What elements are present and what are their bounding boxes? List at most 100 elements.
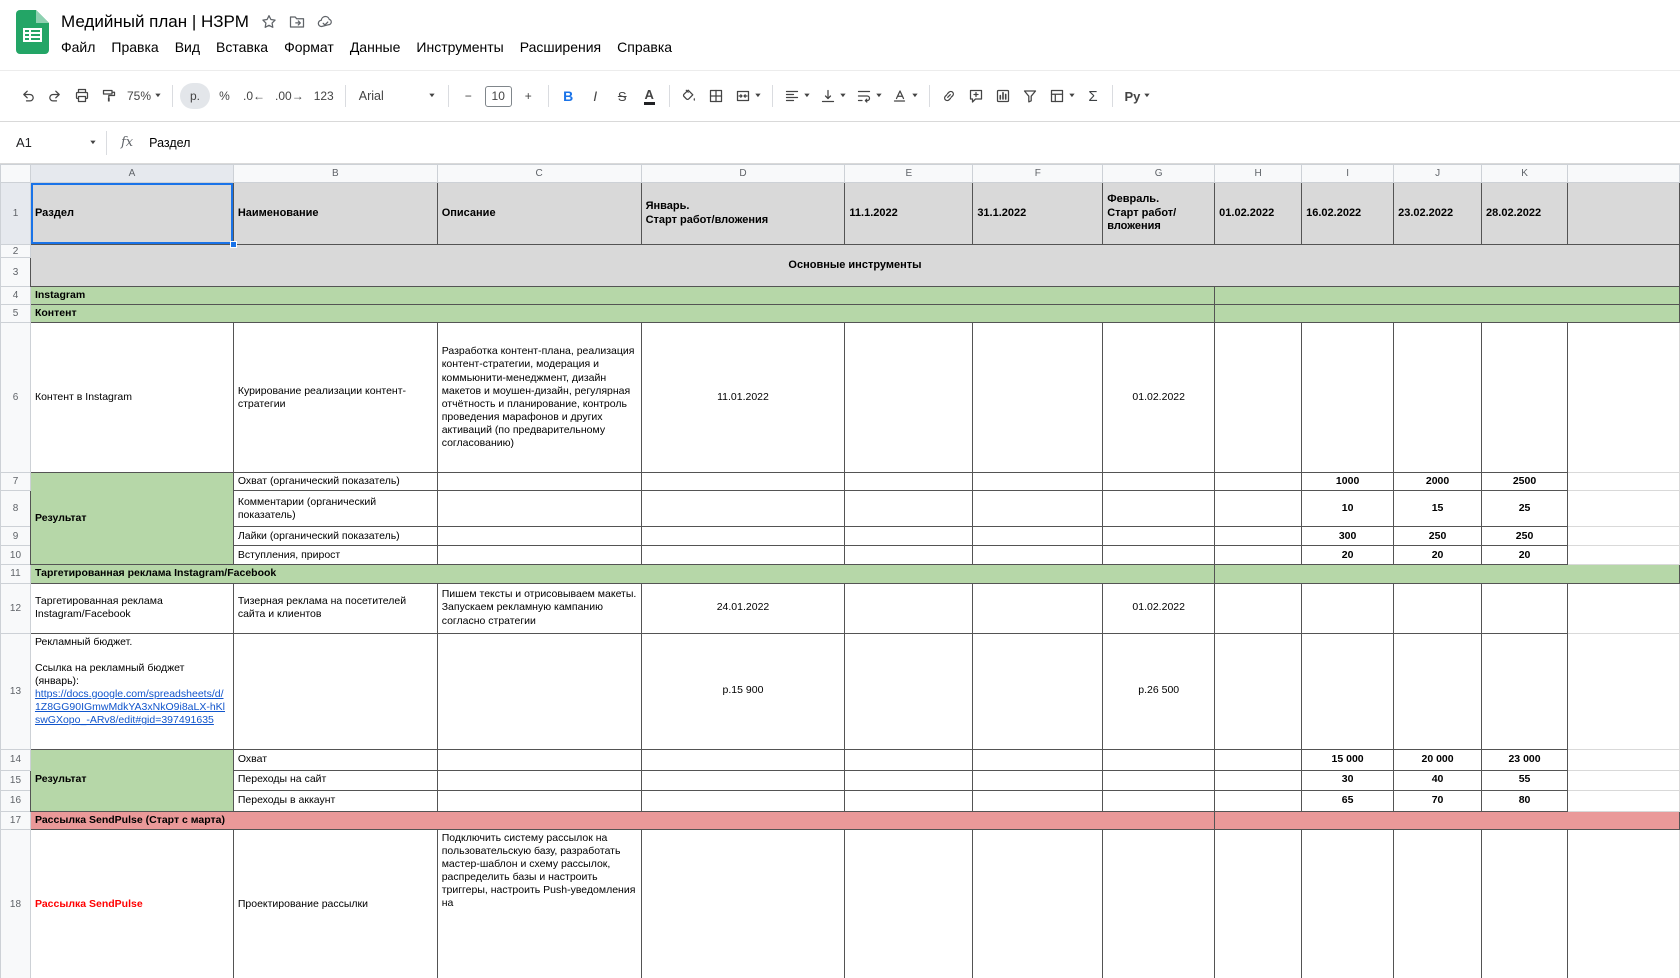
cell[interactable]: 250 (1393, 526, 1483, 547)
currency-format-button[interactable]: р. (179, 83, 210, 109)
insert-comment-button[interactable] (964, 83, 989, 109)
cell[interactable]: Охват (органический показатель) (232, 472, 438, 492)
cell[interactable]: Описание (436, 182, 642, 245)
document-title[interactable]: Медийный план | НЗРМ (61, 12, 249, 32)
row-header-14[interactable]: 14 (0, 748, 31, 771)
cell[interactable] (1567, 472, 1680, 492)
row-header-7[interactable]: 7 (0, 472, 31, 492)
cell[interactable]: Комментарии (органический показатель) (232, 490, 438, 528)
cell[interactable]: 01.02.2022 (1102, 582, 1216, 634)
cell[interactable] (1567, 789, 1680, 812)
cell[interactable]: 10 (1301, 490, 1395, 528)
cell[interactable] (436, 545, 642, 566)
column-header-E[interactable]: E (844, 164, 974, 183)
cell[interactable]: 40 (1393, 769, 1483, 791)
select-all-corner[interactable] (0, 164, 31, 183)
horizontal-align-button[interactable]: ▼ (780, 83, 814, 109)
cell[interactable] (844, 582, 974, 634)
formula-input[interactable]: Раздел (149, 136, 190, 150)
cell[interactable] (1214, 490, 1303, 528)
cell[interactable] (1214, 789, 1303, 812)
cell[interactable]: 30 (1301, 769, 1395, 791)
cell[interactable] (436, 789, 642, 812)
row-header-12[interactable]: 12 (0, 582, 31, 634)
italic-button[interactable]: I (583, 83, 608, 109)
cell[interactable] (436, 472, 642, 492)
cell[interactable]: 80 (1481, 789, 1569, 812)
cell[interactable] (1214, 564, 1680, 584)
cell[interactable] (640, 490, 846, 528)
cell[interactable]: 65 (1301, 789, 1395, 812)
percent-format-button[interactable]: % (212, 83, 237, 109)
cell[interactable]: Instagram (29, 285, 1216, 306)
cell[interactable]: 15 (1393, 490, 1483, 528)
cell[interactable]: Основные инструменты (29, 244, 1680, 287)
cell[interactable]: Разработка контент-плана, реализация кон… (436, 322, 642, 474)
cell[interactable]: 11.1.2022 (844, 182, 974, 245)
cell[interactable] (436, 748, 642, 771)
cell[interactable] (1214, 810, 1680, 830)
cell[interactable] (972, 526, 1104, 547)
cell[interactable]: 25 (1481, 490, 1569, 528)
cell[interactable]: Рекламный бюджет. Ссылка на рекламный бю… (29, 632, 234, 750)
cell[interactable] (972, 748, 1104, 771)
cell[interactable]: 11.01.2022 (640, 322, 846, 474)
cell[interactable]: 20 (1481, 545, 1569, 566)
cell[interactable] (1102, 769, 1216, 791)
cell[interactable] (1567, 490, 1680, 528)
cell[interactable] (1102, 789, 1216, 812)
row-header-16[interactable]: 16 (0, 789, 31, 812)
cell[interactable] (1301, 322, 1395, 474)
cell[interactable] (972, 789, 1104, 812)
row-header-4[interactable]: 4 (0, 285, 31, 306)
paint-format-button[interactable] (96, 83, 121, 109)
row-header-15[interactable]: 15 (0, 769, 31, 791)
font-family-select[interactable]: Arial ▼ (353, 83, 441, 109)
row-header-1[interactable]: 1 (0, 182, 31, 245)
cell[interactable] (640, 828, 846, 978)
row-header-13[interactable]: 13 (0, 632, 31, 750)
cell[interactable] (1393, 828, 1483, 978)
create-filter-button[interactable] (1018, 83, 1043, 109)
cell[interactable]: Вступления, прирост (232, 545, 438, 566)
column-header-F[interactable]: F (972, 164, 1104, 183)
cell[interactable] (1214, 582, 1303, 634)
cell[interactable]: 23 000 (1481, 748, 1569, 771)
cell[interactable]: Тизерная реклама на посетителей сайта и … (232, 582, 438, 634)
redo-button[interactable] (42, 83, 67, 109)
row-header-18[interactable]: 18 (0, 828, 31, 978)
column-header-G[interactable]: G (1102, 164, 1216, 183)
column-header-J[interactable]: J (1393, 164, 1483, 183)
row-header-3[interactable]: 3 (0, 257, 31, 287)
cell[interactable] (1214, 545, 1303, 566)
cell[interactable] (844, 828, 974, 978)
cell[interactable] (844, 472, 974, 492)
merge-cells-button[interactable]: ▼ (731, 83, 765, 109)
cell[interactable]: 70 (1393, 789, 1483, 812)
row-header-8[interactable]: 8 (0, 490, 31, 528)
menu-tools[interactable]: Инструменты (408, 37, 511, 57)
cell[interactable]: 20 000 (1393, 748, 1483, 771)
cell[interactable]: р.15 900 (640, 632, 846, 750)
cell[interactable]: 28.02.2022 (1481, 182, 1569, 245)
cell[interactable]: 300 (1301, 526, 1395, 547)
cell[interactable] (1214, 828, 1303, 978)
print-button[interactable] (69, 83, 94, 109)
menu-data[interactable]: Данные (342, 37, 409, 57)
cell[interactable] (972, 322, 1104, 474)
budget-link[interactable]: https://docs.google.com/spreadsheets/d/1… (35, 688, 225, 726)
decrease-decimal-button[interactable]: .0← (239, 83, 269, 109)
font-size-input[interactable]: 10 (484, 85, 512, 107)
cell[interactable]: Подключить систему рассылок на пользоват… (436, 828, 642, 978)
cell[interactable] (972, 545, 1104, 566)
column-header-A[interactable]: A (29, 164, 234, 183)
row-header-2[interactable]: 2 (0, 244, 31, 258)
cell[interactable] (972, 472, 1104, 492)
cell[interactable] (1567, 526, 1680, 547)
menu-edit[interactable]: Правка (103, 37, 166, 57)
cell[interactable]: Рассылка SendPulse (Старт с марта) (29, 810, 1216, 830)
cell[interactable] (1214, 769, 1303, 791)
cell[interactable]: Таргетированная реклама Instagram/Facebo… (29, 582, 234, 634)
cell[interactable] (1481, 828, 1569, 978)
menu-insert[interactable]: Вставка (208, 37, 276, 57)
